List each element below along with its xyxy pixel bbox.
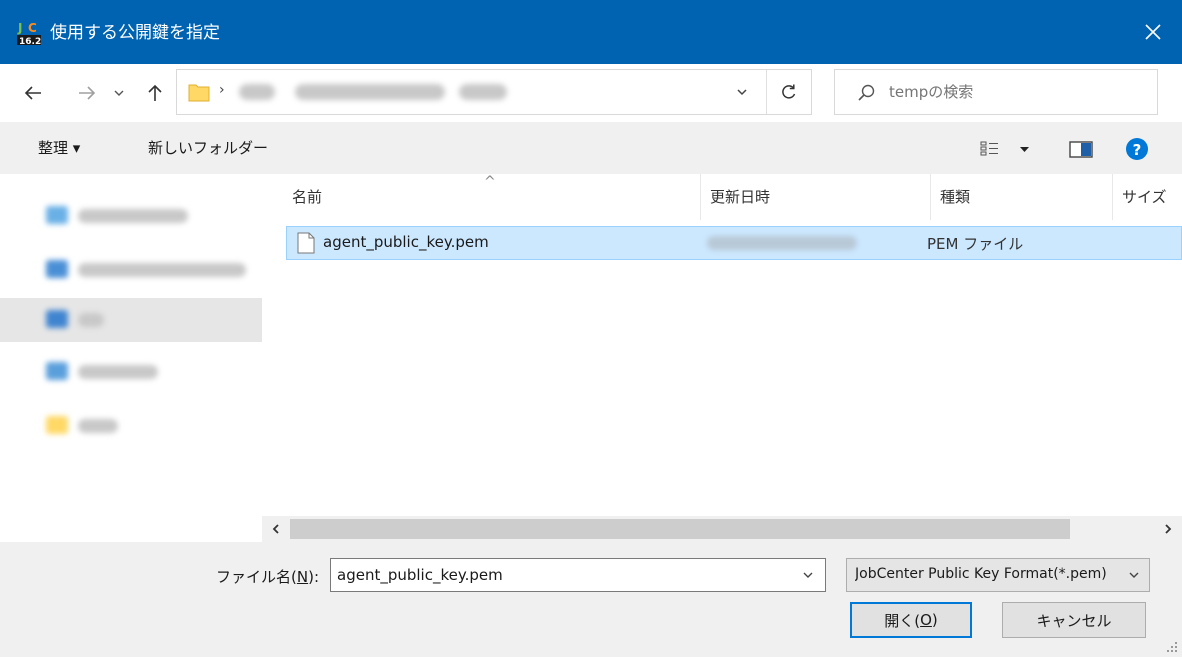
filename-combobox[interactable] [330,558,826,592]
back-button[interactable] [18,78,48,108]
nav-item-blurred[interactable] [0,350,262,394]
file-icon [297,232,315,254]
chevron-left-icon [272,524,279,534]
new-folder-button[interactable]: 新しいフォルダー [148,136,268,160]
filename-label-text: ファイル名( [216,568,297,586]
nav-item-blurred[interactable] [0,194,262,238]
address-dropdown-button[interactable] [717,70,767,114]
change-view-button[interactable] [978,138,1034,160]
arrow-right-icon [79,86,96,100]
nav-item-label-blurred [78,313,104,327]
filename-label-accesskey: N [296,568,309,586]
svg-text:16.2: 16.2 [19,37,41,46]
column-header-name[interactable]: 名前 [282,174,700,220]
search-icon [858,84,875,101]
refresh-icon [782,84,796,99]
breadcrumb-blurred [459,84,507,100]
file-row[interactable]: agent_public_key.pem PEM ファイル [286,226,1182,260]
svg-text:C: C [28,21,37,35]
refresh-button[interactable] [767,70,811,114]
search-input[interactable] [889,78,1149,106]
file-date-blurred [707,236,857,250]
nav-item-blurred[interactable] [0,298,262,342]
title-bar: J C 16.2 使用する公開鍵を指定 [0,0,1182,64]
breadcrumb-blurred [239,84,275,100]
file-type-value: JobCenter Public Key Format(*.pem) [855,566,1107,582]
folder-icon [46,416,68,434]
forward-button[interactable] [72,78,102,108]
file-list: ^ 名前 更新日時 種類 サイズ agent_public_key.pem PE… [262,174,1182,516]
arrow-up-icon [148,84,162,101]
filename-label: ファイル名(N): [216,566,319,587]
filename-input[interactable] [337,563,787,587]
close-button[interactable] [1124,0,1182,64]
close-icon [1145,24,1161,40]
network-icon [46,362,68,380]
toolbar: 整理 ▾ 新しいフォルダー ? [0,122,1182,174]
horizontal-scrollbar[interactable] [262,516,1182,542]
chevron-right-icon [1165,524,1172,534]
chevron-down-icon [803,572,813,578]
navigation-pane [0,174,262,542]
chevron-down-icon [736,89,747,96]
bottom-panel: ファイル名(N): JobCenter Public Key Format(*.… [0,542,1182,657]
scrollbar-thumb[interactable] [290,519,1070,539]
column-header-type[interactable]: 種類 [930,174,1112,220]
nav-item-label-blurred [78,365,158,379]
svg-text:J: J [17,21,22,35]
breadcrumb-separator: › [219,82,225,98]
cancel-button[interactable]: キャンセル [1002,602,1146,638]
address-bar[interactable]: › [176,69,812,115]
open-button-label: ) [931,611,938,629]
chevron-down-icon [1129,572,1139,578]
breadcrumb-blurred [295,84,445,100]
file-type-dropdown-button[interactable] [1119,559,1149,591]
open-button-label: 開く( [884,611,921,630]
help-icon: ? [1126,138,1148,160]
file-name: agent_public_key.pem [323,233,489,251]
file-type: PEM ファイル [927,235,1024,253]
nav-item-label-blurred [78,263,246,277]
help-button[interactable]: ? [1124,136,1150,162]
column-header-date[interactable]: 更新日時 [700,174,930,220]
view-details-icon [980,141,1029,156]
nav-item-label-blurred [78,419,118,433]
column-header-size[interactable]: サイズ [1112,174,1182,220]
scroll-left-button[interactable] [262,516,290,542]
svg-text:?: ? [1133,141,1142,159]
nav-item-blurred[interactable] [0,404,262,448]
chevron-down-icon [114,90,124,96]
scroll-right-button[interactable] [1154,516,1182,542]
resize-grip-icon[interactable] [1166,641,1178,653]
open-button-accesskey: O [920,611,932,629]
jobcenter-icon: J C 16.2 [16,20,42,46]
nav-item-label-blurred [78,209,188,223]
recent-locations-button[interactable] [108,78,130,108]
filename-dropdown-button[interactable] [791,559,825,591]
up-button[interactable] [140,78,170,108]
window-title: 使用する公開鍵を指定 [50,23,220,43]
filename-label-text: ): [308,568,319,586]
folder-icon [188,84,210,102]
organize-menu[interactable]: 整理 ▾ [38,136,80,160]
address-row: › [0,64,1182,122]
cloud-icon [46,260,68,278]
arrow-left-icon [24,86,41,100]
pc-icon [46,310,68,328]
file-type-select[interactable]: JobCenter Public Key Format(*.pem) [846,558,1150,592]
open-button[interactable]: 開く(O) [850,602,972,638]
preview-pane-icon [1069,141,1093,158]
nav-item-blurred[interactable] [0,248,262,292]
quick-access-icon [46,206,68,224]
preview-pane-button[interactable] [1068,138,1094,160]
search-box[interactable] [834,69,1158,115]
